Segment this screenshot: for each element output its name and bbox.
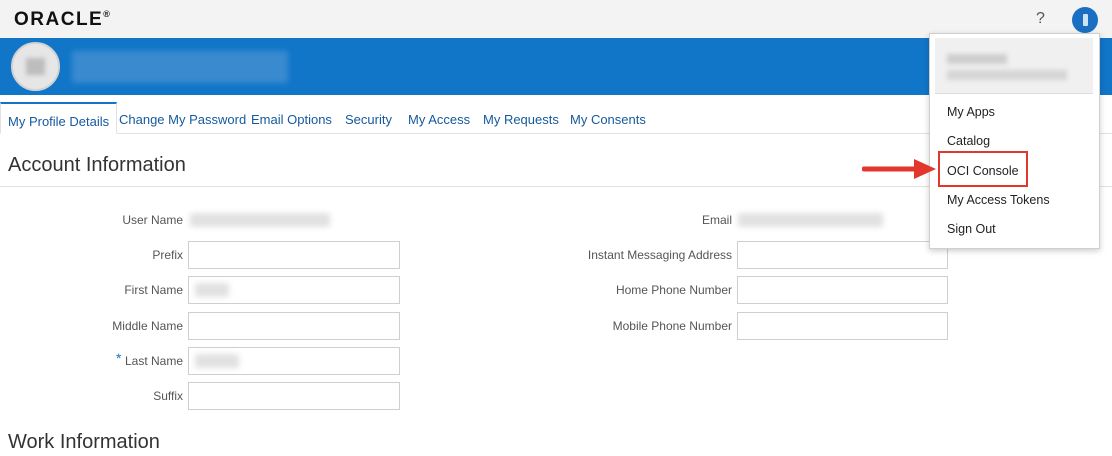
menu-item-my-access-tokens[interactable]: My Access Tokens <box>947 193 1050 207</box>
label-instant-messaging: Instant Messaging Address <box>587 248 732 262</box>
tab-my-profile-details[interactable]: My Profile Details <box>0 102 118 134</box>
logo-text: ORACLE <box>14 9 104 30</box>
user-display-name-redacted <box>72 51 288 83</box>
prefix-field[interactable] <box>188 241 400 269</box>
mobile-phone-field[interactable] <box>737 312 948 340</box>
label-suffix: Suffix <box>153 389 183 403</box>
user-menu-icon[interactable] <box>1072 7 1098 33</box>
menu-user-email-redacted <box>947 70 1067 80</box>
home-phone-field[interactable] <box>737 276 948 304</box>
red-arrow-icon <box>862 159 936 179</box>
label-prefix: Prefix <box>152 248 183 262</box>
email-value-redacted <box>738 213 883 227</box>
menu-item-my-apps[interactable]: My Apps <box>947 105 995 119</box>
section-title-account: Account Information <box>8 154 186 176</box>
label-user-name: User Name <box>122 213 183 227</box>
user-dropdown-menu: My Apps Catalog OCI Console My Access To… <box>929 33 1100 249</box>
tab-my-requests[interactable]: My Requests <box>483 102 559 134</box>
menu-user-header-redacted <box>935 38 1093 94</box>
label-middle-name: Middle Name <box>112 319 183 333</box>
logo-registered-mark: ® <box>103 9 110 19</box>
tab-my-access[interactable]: My Access <box>408 102 470 134</box>
section-title-work: Work Information <box>8 431 160 453</box>
first-name-field[interactable] <box>188 276 400 304</box>
tab-my-consents[interactable]: My Consents <box>570 102 646 134</box>
instant-messaging-field[interactable] <box>737 241 948 269</box>
highlight-box <box>938 151 1028 187</box>
menu-user-name-redacted <box>947 54 1007 64</box>
middle-name-field[interactable] <box>188 312 400 340</box>
help-icon[interactable]: ? <box>1036 10 1045 28</box>
tab-security[interactable]: Security <box>345 102 392 134</box>
menu-item-catalog[interactable]: Catalog <box>947 134 990 148</box>
oracle-logo[interactable]: ORACLE® <box>14 9 110 31</box>
suffix-field[interactable] <box>188 382 400 410</box>
label-mobile-phone: Mobile Phone Number <box>612 319 732 333</box>
label-first-name: First Name <box>124 283 183 297</box>
label-email: Email <box>701 213 732 227</box>
tab-email-options[interactable]: Email Options <box>251 102 332 134</box>
menu-item-sign-out[interactable]: Sign Out <box>947 222 996 236</box>
avatar <box>11 42 60 91</box>
last-name-field[interactable] <box>188 347 400 375</box>
user-name-value-redacted <box>190 213 330 227</box>
tab-change-my-password[interactable]: Change My Password <box>119 102 246 134</box>
last-name-value-redacted <box>195 354 239 368</box>
label-home-phone: Home Phone Number <box>615 283 732 297</box>
label-last-name: Last Name <box>124 354 183 368</box>
first-name-value-redacted <box>195 283 229 297</box>
